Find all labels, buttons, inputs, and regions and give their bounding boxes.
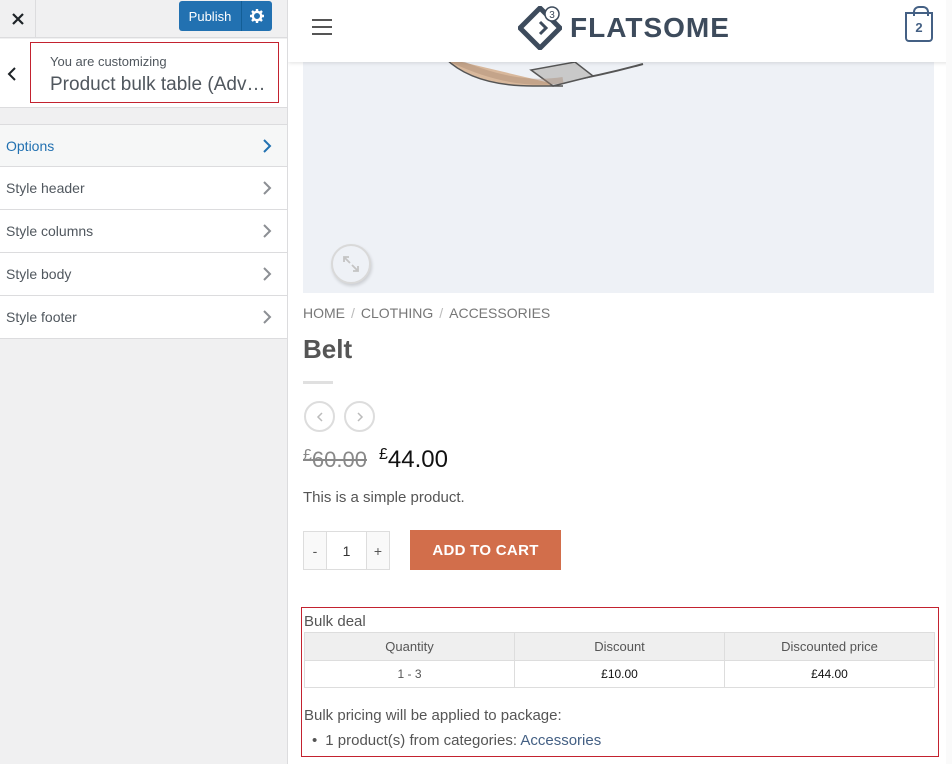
menu-item-style-body[interactable]: Style body xyxy=(0,253,287,296)
previous-product-button[interactable] xyxy=(304,401,335,432)
back-button[interactable] xyxy=(0,39,24,108)
bulk-pricing-table: Bulk deal Quantity Discount Discounted p… xyxy=(301,607,939,757)
menu-item-options[interactable]: Options xyxy=(0,124,287,167)
quantity-decrease-button[interactable]: - xyxy=(304,532,326,569)
bulk-title: Bulk deal xyxy=(304,613,366,630)
cart-count: 2 xyxy=(915,19,923,35)
table-cell: £10.00 xyxy=(514,660,725,688)
product-title: Belt xyxy=(303,334,353,364)
site-logo[interactable]: 3 FLATSOME xyxy=(518,6,730,50)
chevron-right-icon xyxy=(263,224,272,238)
chevron-right-icon xyxy=(263,138,272,153)
chevron-right-icon xyxy=(356,411,363,422)
menu-item-style-footer[interactable]: Style footer xyxy=(0,296,287,339)
menu-item-label: Style header xyxy=(6,180,85,196)
next-product-button[interactable] xyxy=(344,401,375,432)
category-link[interactable]: Accessories xyxy=(520,732,601,749)
chevron-left-icon xyxy=(316,411,323,422)
site-header: 3 FLATSOME 2 xyxy=(288,0,952,62)
breadcrumb-clothing[interactable]: CLOTHING xyxy=(361,305,433,321)
column-header: Quantity xyxy=(304,632,515,661)
close-customizer-button[interactable] xyxy=(0,0,36,38)
logo-badge: 3 xyxy=(549,10,555,21)
breadcrumb-home[interactable]: HOME xyxy=(303,305,345,321)
quantity-input[interactable]: 1 xyxy=(326,532,367,569)
publish-button[interactable]: Publish xyxy=(179,1,241,31)
menu-item-label: Options xyxy=(6,137,55,154)
menu-item-label: Style columns xyxy=(6,223,94,239)
breadcrumb-accessories[interactable]: ACCESSORIES xyxy=(449,305,550,321)
table-cell: 1 - 3 xyxy=(304,660,515,688)
table-row: 1 - 3 £10.00 £44.00 xyxy=(304,660,935,688)
menu-item-style-columns[interactable]: Style columns xyxy=(0,210,287,253)
chevron-left-icon xyxy=(7,66,16,81)
list-prefix: 1 product(s) from categories: xyxy=(325,732,518,749)
chevron-right-icon xyxy=(263,267,272,281)
customizer-topbar: Publish xyxy=(0,0,287,38)
logo-text: FLATSOME xyxy=(570,12,730,43)
menu-item-style-header[interactable]: Style header xyxy=(0,167,287,210)
customizing-label: You are customizing xyxy=(50,54,167,69)
sale-price: £44.00 xyxy=(378,446,448,473)
gear-icon xyxy=(250,9,264,23)
column-header: Discounted price xyxy=(724,632,935,661)
column-header: Discount xyxy=(514,632,725,661)
quantity-stepper: - 1 + xyxy=(303,531,390,570)
section-title: Product bulk table (Advanced Bulk Pricin… xyxy=(50,74,272,95)
chevron-right-icon xyxy=(263,310,272,324)
product-short-description: This is a simple product. xyxy=(303,489,465,506)
table-cell: £44.00 xyxy=(724,660,935,688)
site-preview: 3 FLATSOME 2 HOME / CLOTHING / ACCESSORIES B… xyxy=(288,0,952,764)
add-to-cart-button[interactable]: ADD TO CART xyxy=(410,530,561,570)
expand-icon xyxy=(343,256,359,272)
menu-item-label: Style footer xyxy=(6,309,77,325)
bulk-table: Quantity Discount Discounted price 1 - 3… xyxy=(304,632,935,688)
quantity-increase-button[interactable]: + xyxy=(367,532,389,569)
customizing-info: You are customizing Product bulk table (… xyxy=(30,42,279,103)
title-divider xyxy=(303,381,333,384)
preview-scrollbar[interactable] xyxy=(946,0,952,764)
bulk-note: Bulk pricing will be applied to package: xyxy=(304,707,562,724)
product-price: £60.00 £44.00 xyxy=(303,446,448,474)
logo-mark-icon: 3 xyxy=(518,6,562,50)
menu-item-label: Style body xyxy=(6,266,72,282)
customizer-sidebar: Publish You are customizing Product bulk… xyxy=(0,0,288,764)
chevron-right-icon xyxy=(263,181,272,195)
publish-settings-button[interactable] xyxy=(241,1,272,31)
zoom-button[interactable] xyxy=(331,244,371,284)
breadcrumb: HOME / CLOTHING / ACCESSORIES xyxy=(303,305,551,321)
publish-group: Publish xyxy=(179,1,272,31)
old-price: £60.00 xyxy=(303,447,367,472)
hamburger-menu-icon[interactable] xyxy=(312,19,332,35)
customize-section-header: You are customizing Product bulk table (… xyxy=(0,39,287,108)
list-item: • 1 product(s) from categories: Accessori… xyxy=(312,732,602,749)
close-icon xyxy=(11,13,24,25)
cart-button[interactable]: 2 xyxy=(905,6,933,42)
customizer-menu: Options Style header Style columns Style… xyxy=(0,124,287,339)
